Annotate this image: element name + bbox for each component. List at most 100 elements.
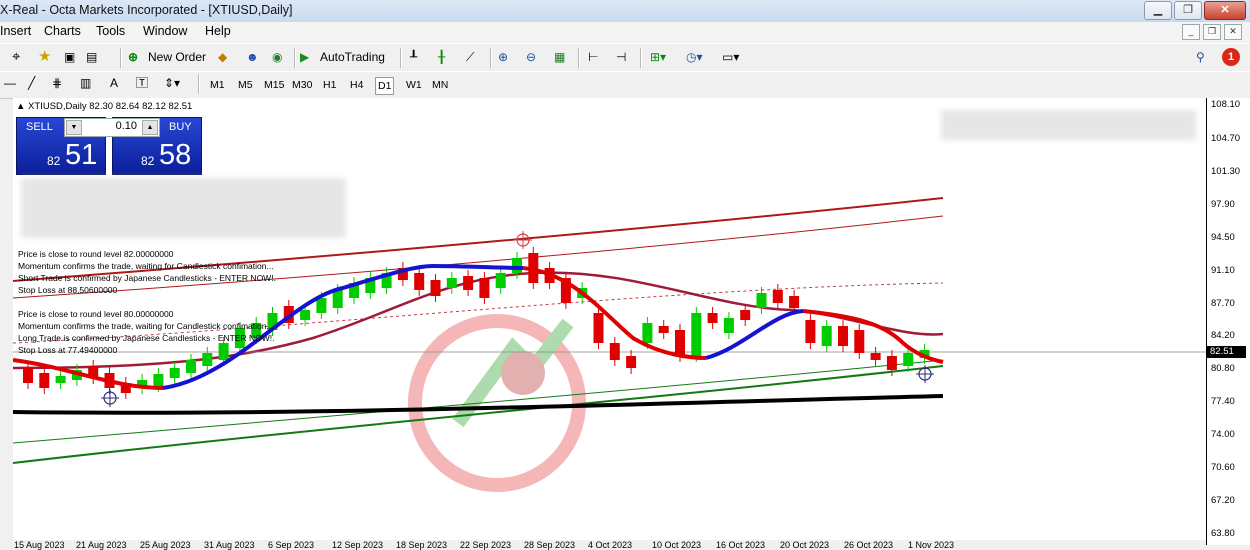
- arrows-icon[interactable]: ⇕▾: [164, 74, 180, 92]
- candle-body: [821, 326, 832, 346]
- candle-body: [772, 290, 783, 303]
- signals-icon[interactable]: ☻: [246, 48, 259, 66]
- mdi-minimize-button[interactable]: _: [1182, 24, 1200, 40]
- horizontal-line-icon[interactable]: —: [4, 74, 16, 92]
- candle-body: [854, 330, 865, 353]
- price-axis[interactable]: 108.10 104.70 101.30 97.90 94.50 91.10 8…: [1206, 98, 1250, 545]
- date-tick: 21 Aug 2023: [76, 540, 127, 550]
- current-price-tag: 82.51: [1207, 346, 1246, 358]
- menu-window[interactable]: Window: [143, 24, 187, 38]
- restore-button[interactable]: ❐: [1174, 1, 1202, 20]
- market-watch-icon[interactable]: ◆: [218, 48, 227, 66]
- mdi-restore-button[interactable]: ❐: [1203, 24, 1221, 40]
- lot-increase-icon[interactable]: ▲: [142, 120, 158, 135]
- indicators-icon[interactable]: ⊞▾: [650, 48, 666, 66]
- chart-area[interactable]: ▲ XTIUSD,Daily 82.30 82.64 82.12 82.51 S…: [13, 98, 1206, 540]
- lot-decrease-icon[interactable]: ▼: [66, 120, 82, 135]
- favorites-star-icon[interactable]: ★: [38, 48, 51, 66]
- candle-body: [446, 278, 457, 288]
- periods-icon[interactable]: ◷▾: [686, 48, 703, 66]
- price-tick: 91.10: [1211, 265, 1235, 276]
- comment-line: Momentum confirms the trade, waiting for…: [18, 321, 274, 331]
- price-tick: 70.60: [1211, 462, 1235, 473]
- price-tick: 104.70: [1211, 133, 1241, 144]
- line-studies-toolbar: — ╱ ⋕ ▥ A 🅃 ⇕▾ M1 M5 M15 M30 H1 H4 D1 W1…: [0, 71, 1250, 99]
- zoom-in-icon[interactable]: ⊕: [498, 48, 508, 66]
- tile-windows-icon[interactable]: ▦: [554, 48, 565, 66]
- tf-m5[interactable]: M5: [236, 77, 255, 93]
- tf-h1[interactable]: H1: [321, 77, 338, 93]
- crosshair-icon[interactable]: ⌖: [12, 48, 20, 66]
- autotrading-button[interactable]: AutoTrading: [320, 48, 385, 66]
- menu-charts[interactable]: Charts: [44, 24, 81, 38]
- date-tick: 10 Oct 2023: [652, 540, 702, 550]
- menu-insert[interactable]: Insert: [0, 24, 31, 38]
- candle-body: [805, 320, 816, 343]
- trendline-icon[interactable]: ╱: [28, 74, 35, 92]
- zoom-out-icon[interactable]: ⊖: [526, 48, 536, 66]
- blurred-region-top-right: [941, 110, 1196, 140]
- symbol-ohlc: XTIUSD,Daily 82.30 82.64 82.12 82.51: [28, 101, 193, 112]
- candle-body: [626, 356, 637, 368]
- close-button[interactable]: ✕: [1204, 1, 1246, 20]
- mdi-close-button[interactable]: ✕: [1224, 24, 1242, 40]
- candle-body: [740, 310, 751, 320]
- line-chart-icon[interactable]: ⟋: [466, 48, 474, 66]
- candlestick-icon[interactable]: ╂: [438, 48, 445, 66]
- chart-shift-icon[interactable]: ⊣: [616, 48, 626, 66]
- candle-body: [39, 373, 50, 388]
- candle-body: [707, 313, 718, 323]
- date-tick: 1 Nov 2023: [908, 540, 955, 550]
- channel-icon[interactable]: ⋕: [52, 74, 62, 92]
- autotrading-icon[interactable]: ▶: [300, 48, 309, 66]
- comment-line: Momentum confirms the trade, waiting for…: [18, 261, 274, 271]
- date-tick: 25 Aug 2023: [140, 540, 191, 550]
- navigator-icon[interactable]: ▣: [64, 48, 75, 66]
- search-icon[interactable]: ⚲: [1196, 48, 1205, 66]
- candle-body: [169, 368, 180, 378]
- candle-body: [202, 353, 213, 366]
- broadcast-icon[interactable]: ◉: [272, 48, 282, 66]
- tf-d1[interactable]: D1: [375, 77, 395, 95]
- comment-line: Stop Loss at 77.49400000: [18, 345, 118, 355]
- tf-m30[interactable]: M30: [290, 77, 314, 93]
- date-tick: 12 Sep 2023: [332, 540, 384, 550]
- date-tick: 6 Sep 2023: [268, 540, 315, 550]
- menu-help[interactable]: Help: [205, 24, 231, 38]
- candle-body: [479, 278, 490, 298]
- candle-body: [186, 360, 196, 373]
- new-order-icon[interactable]: ⊕: [128, 48, 138, 66]
- new-order-button[interactable]: New Order: [148, 48, 206, 66]
- autoscroll-icon[interactable]: ⊢: [588, 48, 598, 66]
- bar-chart-icon[interactable]: ┸: [410, 48, 417, 66]
- candle-body: [789, 296, 800, 308]
- sell-label: SELL: [26, 121, 53, 133]
- candle-body: [903, 353, 914, 366]
- candle-body: [430, 280, 441, 296]
- candle-body: [300, 310, 311, 320]
- lot-size-field[interactable]: ▼ 0.10 ▲: [64, 118, 160, 137]
- comment-line: Price is close to round level 80.0000000…: [18, 309, 174, 319]
- notification-badge[interactable]: 1: [1222, 48, 1240, 66]
- price-tick: 101.30: [1211, 166, 1241, 177]
- text-label-icon[interactable]: A: [110, 74, 118, 92]
- menu-tools[interactable]: Tools: [96, 24, 125, 38]
- tf-m1[interactable]: M1: [208, 77, 227, 93]
- text-box-icon[interactable]: 🅃: [136, 74, 148, 92]
- terminal-icon[interactable]: ▤: [86, 48, 97, 66]
- tf-m15[interactable]: M15: [262, 77, 286, 93]
- tf-mn[interactable]: MN: [430, 77, 450, 93]
- fibonacci-icon[interactable]: ▥: [80, 74, 91, 92]
- standard-toolbar: ⌖ ★ ▣ ▤ ⊕ New Order ◆ ☻ ◉ ▶ AutoTrading …: [0, 43, 1250, 71]
- tf-h4[interactable]: H4: [348, 77, 365, 93]
- window-title: X-Real - Octa Markets Incorporated - [XT…: [0, 3, 293, 17]
- templates-icon[interactable]: ▭▾: [722, 48, 739, 66]
- minimize-button[interactable]: ▁: [1144, 1, 1172, 20]
- date-tick: 15 Aug 2023: [14, 540, 65, 550]
- blurred-region: [21, 178, 346, 238]
- title-bar: X-Real - Octa Markets Incorporated - [XT…: [0, 0, 1250, 23]
- tf-w1[interactable]: W1: [404, 77, 424, 93]
- candle-body: [642, 323, 653, 343]
- ma-up-segment: [705, 309, 804, 360]
- date-tick: 31 Aug 2023: [204, 540, 255, 550]
